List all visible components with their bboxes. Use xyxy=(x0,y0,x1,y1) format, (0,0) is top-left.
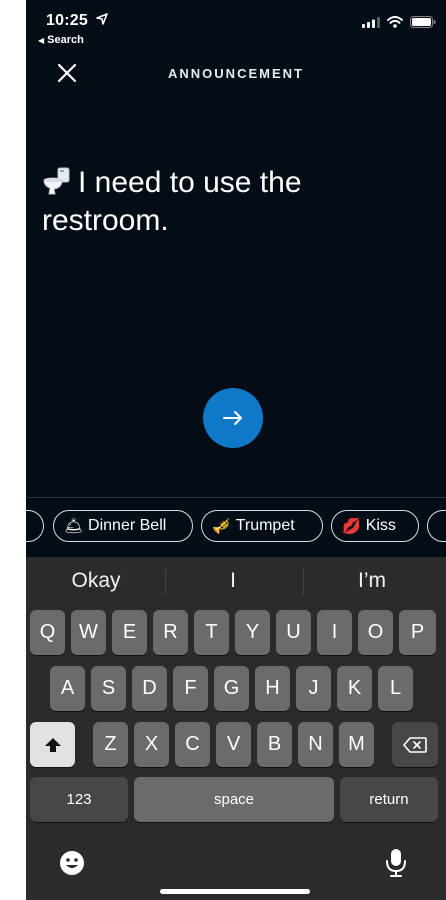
dictation-button[interactable] xyxy=(384,847,408,879)
backspace-key[interactable] xyxy=(392,722,438,767)
space-key[interactable]: space xyxy=(134,777,334,822)
emoji-icon xyxy=(60,851,84,875)
key-s[interactable]: S xyxy=(91,666,126,711)
key-r[interactable]: R xyxy=(153,610,188,655)
key-g[interactable]: G xyxy=(214,666,249,711)
arrow-right-icon xyxy=(223,411,242,425)
kiss-icon: 💋 xyxy=(342,518,361,535)
key-u[interactable]: U xyxy=(276,610,311,655)
chip-dinner-bell[interactable]: 🛎 Dinner Bell xyxy=(53,510,193,542)
key-q[interactable]: Q xyxy=(30,610,65,655)
suggestion-1[interactable]: Okay xyxy=(46,569,146,593)
suggestion-3[interactable]: I’m xyxy=(322,569,422,593)
key-k[interactable]: K xyxy=(337,666,372,711)
chip-divider xyxy=(26,497,446,498)
chip-label: Trumpet xyxy=(235,517,295,534)
location-arrow-icon xyxy=(96,13,108,25)
suggestion-bar: Okay I I’m xyxy=(26,557,446,605)
toilet-icon xyxy=(43,167,70,195)
sound-chip-row: 🛎 Dinner Bell 🎺 Trumpet 💋 Kiss xyxy=(26,510,446,544)
key-j[interactable]: J xyxy=(296,666,331,711)
key-c[interactable]: C xyxy=(175,722,210,767)
home-indicator[interactable] xyxy=(160,889,310,894)
wifi-icon xyxy=(387,16,403,28)
key-h[interactable]: H xyxy=(255,666,290,711)
back-label: Search xyxy=(47,34,84,46)
chip-partial-right[interactable] xyxy=(427,510,446,542)
key-z[interactable]: Z xyxy=(93,722,128,767)
key-m[interactable]: M xyxy=(339,722,374,767)
key-w[interactable]: W xyxy=(71,610,106,655)
key-v[interactable]: V xyxy=(216,722,251,767)
trumpet-icon: 🎺 xyxy=(212,518,231,535)
send-button[interactable] xyxy=(203,388,263,448)
battery-icon xyxy=(410,16,436,28)
suggestion-2[interactable]: I xyxy=(183,569,283,593)
key-i[interactable]: I xyxy=(317,610,352,655)
return-key[interactable]: return xyxy=(340,777,438,822)
key-y[interactable]: Y xyxy=(235,610,270,655)
keyboard: Okay I I’m Q W E R T Y U I O P A S D F G… xyxy=(26,557,446,900)
chip-trumpet[interactable]: 🎺 Trumpet xyxy=(201,510,323,542)
shift-icon xyxy=(44,737,61,752)
key-n[interactable]: N xyxy=(298,722,333,767)
back-triangle-icon: ◀ xyxy=(38,36,45,45)
key-d[interactable]: D xyxy=(132,666,167,711)
key-p[interactable]: P xyxy=(399,610,436,655)
suggestion-divider xyxy=(303,569,304,595)
status-bar: 10:25 ◀ Search xyxy=(26,0,446,52)
status-icons xyxy=(362,16,436,28)
phone-screen: 10:25 ◀ Search ANNOUNCEMENT I need to us… xyxy=(26,0,446,900)
chip-kiss[interactable]: 💋 Kiss xyxy=(331,510,419,542)
key-x[interactable]: X xyxy=(134,722,169,767)
key-f[interactable]: F xyxy=(173,666,208,711)
chip-partial-left[interactable] xyxy=(26,510,44,542)
cellular-signal-icon xyxy=(362,16,380,28)
key-a[interactable]: A xyxy=(50,666,85,711)
key-t[interactable]: T xyxy=(194,610,229,655)
chip-label: Kiss xyxy=(365,517,396,534)
backspace-icon xyxy=(403,736,427,753)
key-o[interactable]: O xyxy=(358,610,393,655)
microphone-icon xyxy=(386,849,406,877)
back-to-search[interactable]: ◀ Search xyxy=(38,34,84,46)
numbers-key[interactable]: 123 xyxy=(30,777,128,822)
key-e[interactable]: E xyxy=(112,610,147,655)
message-text: I need to use the restroom. xyxy=(42,166,302,237)
key-b[interactable]: B xyxy=(257,722,292,767)
announcement-message[interactable]: I need to use the restroom. xyxy=(42,164,402,240)
status-time: 10:25 xyxy=(46,12,88,29)
page-title: ANNOUNCEMENT xyxy=(168,66,304,81)
emoji-button[interactable] xyxy=(58,849,88,879)
shift-key[interactable] xyxy=(30,722,75,767)
bell-icon: 🛎 xyxy=(64,518,84,535)
left-edge-strip xyxy=(0,0,26,900)
suggestion-divider xyxy=(165,569,166,595)
chip-label: Dinner Bell xyxy=(88,517,167,534)
key-l[interactable]: L xyxy=(378,666,413,711)
